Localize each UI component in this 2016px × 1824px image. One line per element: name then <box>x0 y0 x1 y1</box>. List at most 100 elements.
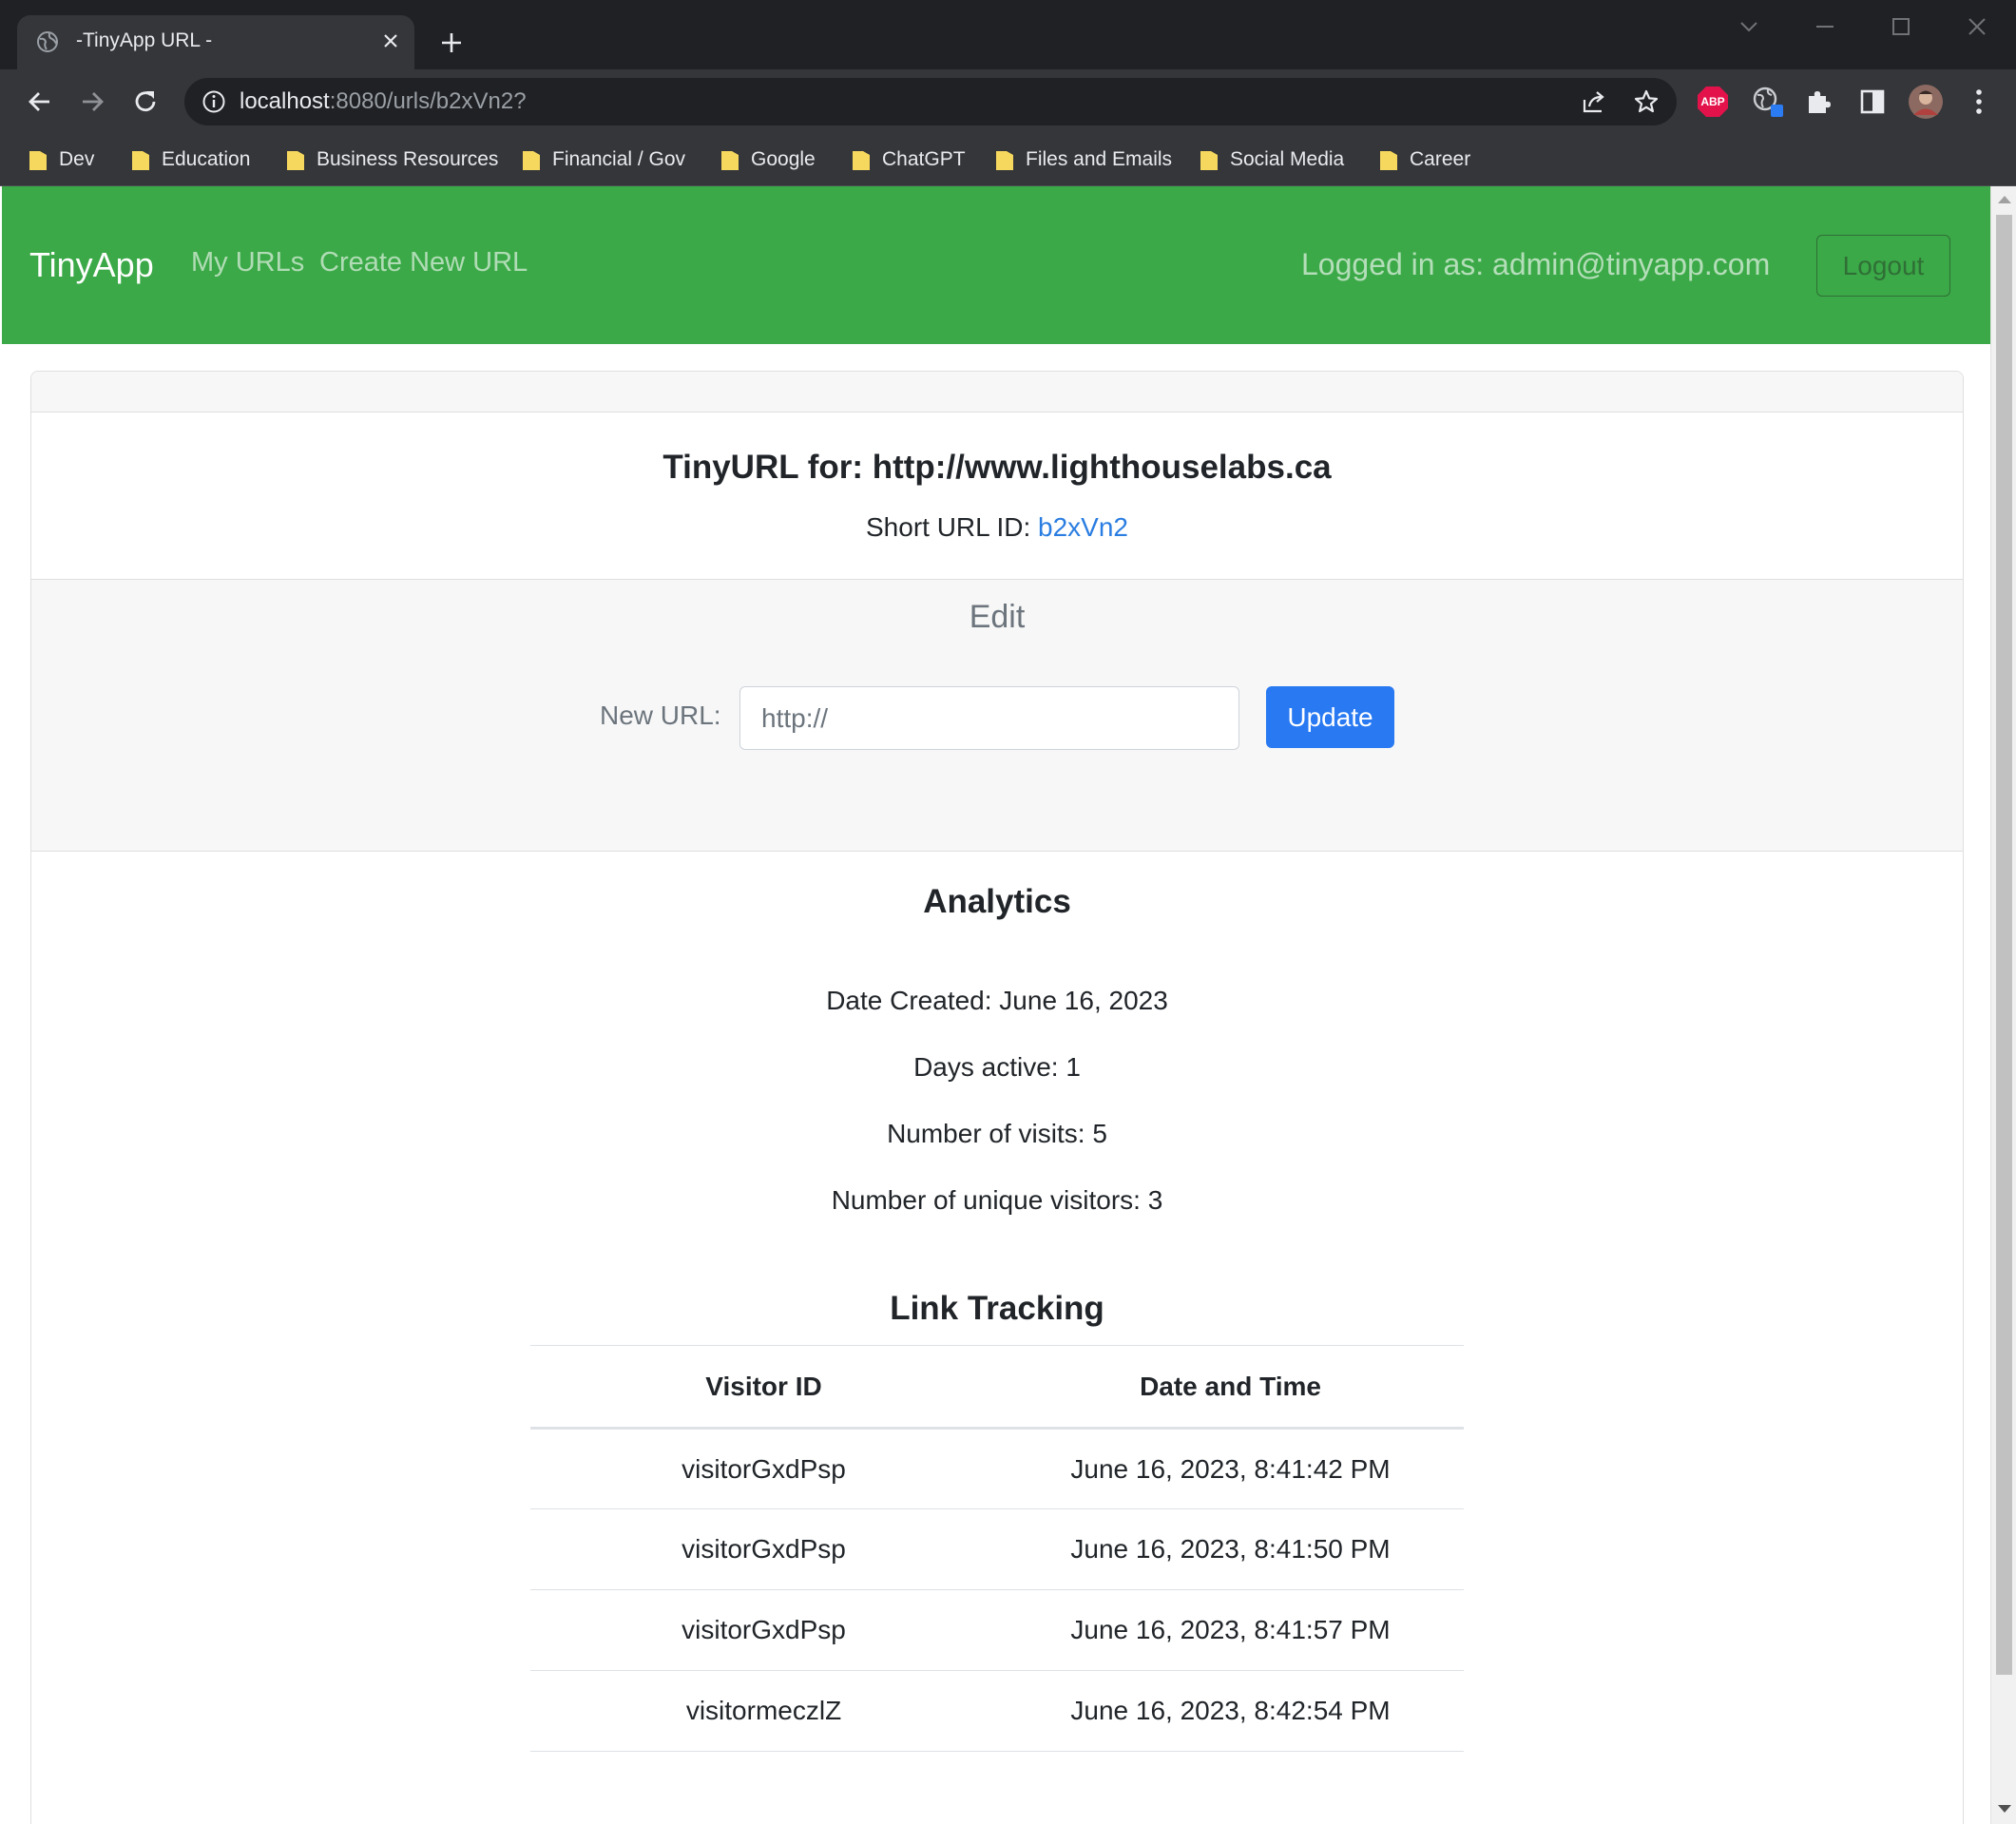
short-id-label: Short URL ID: <box>866 512 1031 542</box>
folder-icon <box>1380 151 1397 170</box>
scroll-thumb[interactable] <box>1996 215 2012 1675</box>
folder-icon <box>721 151 739 170</box>
short-url-id: Short URL ID: b2xVn2 <box>31 512 1963 543</box>
adblock-plus-icon[interactable]: ABP <box>1692 81 1734 123</box>
visitor-id-cell: visitorGxdPsp <box>530 1508 997 1590</box>
table-row: visitorGxdPsp June 16, 2023, 8:41:57 PM <box>530 1589 1464 1671</box>
plus-icon[interactable] <box>435 27 468 59</box>
nav-create-new-url[interactable]: Create New URL <box>319 247 528 278</box>
title-section: TinyURL for: http://www.lighthouselabs.c… <box>31 413 1963 579</box>
stat-number-of-visits: Number of visits: 5 <box>887 1119 1107 1148</box>
folder-icon <box>1200 151 1218 170</box>
bookmark-financial-gov[interactable]: Financial / Gov <box>522 144 685 176</box>
date-time-cell: June 16, 2023, 8:41:50 PM <box>997 1508 1464 1590</box>
bookmark-career[interactable]: Career <box>1379 144 1470 176</box>
new-url-input[interactable] <box>739 686 1239 750</box>
link-tracking-title: Link Tracking <box>890 1290 1104 1327</box>
date-time-cell: June 16, 2023, 8:41:42 PM <box>997 1428 1464 1509</box>
info-icon[interactable] <box>202 89 226 114</box>
bookmark-social-media[interactable]: Social Media <box>1200 144 1344 176</box>
page-viewport: TinyApp My URLs Create New URL Logged in… <box>2 186 1990 1824</box>
stat-unique-visitors: Number of unique visitors: 3 <box>831 1185 1163 1215</box>
short-id-link[interactable]: b2xVn2 <box>1038 512 1128 542</box>
bookmark-label: Dev <box>59 148 95 170</box>
folder-icon <box>132 151 149 170</box>
url-text: localhost:8080/urls/b2xVn2? <box>240 88 527 115</box>
kebab-menu-icon[interactable] <box>1958 81 2000 123</box>
bookmark-label: Google <box>751 148 816 170</box>
visitor-id-cell: visitorGxdPsp <box>530 1589 997 1671</box>
reload-icon[interactable] <box>125 81 166 123</box>
puzzle-icon[interactable] <box>1798 81 1840 123</box>
scroll-down-arrow-icon[interactable] <box>1998 1805 2011 1813</box>
column-date-and-time: Date and Time <box>997 1345 1464 1430</box>
bookmark-label: ChatGPT <box>882 148 966 170</box>
share-icon[interactable] <box>1580 87 1608 116</box>
minimize-icon[interactable] <box>1804 8 1846 46</box>
scroll-up-arrow-icon[interactable] <box>1998 196 2011 203</box>
url-path: :8080/urls/b2xVn2? <box>329 88 527 114</box>
card-header <box>31 372 1963 413</box>
folder-icon <box>853 151 870 170</box>
update-button[interactable]: Update <box>1266 686 1394 748</box>
side-panel-icon[interactable] <box>1852 81 1893 123</box>
forward-arrow-icon[interactable] <box>71 81 113 123</box>
table-row: visitorGxdPsp June 16, 2023, 8:41:42 PM <box>530 1428 1464 1509</box>
tab-strip: -TinyApp URL - <box>0 0 2016 69</box>
brand-link[interactable]: TinyApp <box>29 245 154 285</box>
globe-icon <box>37 31 58 52</box>
date-time-cell: June 16, 2023, 8:42:54 PM <box>997 1670 1464 1752</box>
close-icon[interactable] <box>376 27 405 55</box>
abp-label: ABP <box>1700 95 1724 108</box>
page-scrollbar[interactable] <box>1990 186 2016 1824</box>
visitor-id-cell: visitorGxdPsp <box>530 1428 997 1509</box>
url-host: localhost <box>240 88 330 114</box>
tab-search-chevron-icon[interactable] <box>1728 8 1770 46</box>
bookmark-google[interactable]: Google <box>720 144 816 176</box>
logout-button[interactable]: Logout <box>1816 235 1950 297</box>
folder-icon <box>996 151 1013 170</box>
extension-globe-icon[interactable] <box>1747 81 1789 123</box>
table-row: visitormeczlZ June 16, 2023, 8:42:54 PM <box>530 1670 1464 1752</box>
nav-my-urls[interactable]: My URLs <box>191 247 304 278</box>
visitor-id-cell: visitormeczlZ <box>530 1670 997 1752</box>
tab-title: -TinyApp URL - <box>76 29 213 51</box>
edit-section: Edit New URL: Update <box>31 579 1963 852</box>
address-bar[interactable]: localhost:8080/urls/b2xVn2? <box>184 78 1677 125</box>
stat-date-created: Date Created: June 16, 2023 <box>826 986 1168 1015</box>
table-row: visitorGxdPsp June 16, 2023, 8:41:50 PM <box>530 1508 1464 1590</box>
back-arrow-icon[interactable] <box>19 81 61 123</box>
bookmark-label: Social Media <box>1230 148 1345 170</box>
browser-toolbar: localhost:8080/urls/b2xVn2? ABP <box>0 69 2016 134</box>
bookmark-files-and-emails[interactable]: Files and Emails <box>995 144 1172 176</box>
bookmarks-bar: Dev Education Business Resources Financi… <box>0 134 2016 186</box>
browser-tab[interactable]: -TinyApp URL - <box>17 15 414 69</box>
folder-icon <box>523 151 540 170</box>
bookmark-dev[interactable]: Dev <box>29 144 94 176</box>
star-icon[interactable] <box>1632 87 1661 116</box>
bookmark-label: Financial / Gov <box>552 148 686 170</box>
stat-days-active: Days active: 1 <box>913 1052 1081 1082</box>
table-header-row: Visitor ID Date and Time <box>530 1345 1464 1430</box>
new-url-label: New URL: <box>600 701 721 730</box>
window-close-icon[interactable] <box>1956 8 1998 46</box>
avatar[interactable] <box>1905 81 1947 123</box>
bookmark-business-resources[interactable]: Business Resources <box>286 144 498 176</box>
bookmark-label: Career <box>1410 148 1471 170</box>
date-time-cell: June 16, 2023, 8:41:57 PM <box>997 1589 1464 1671</box>
url-card: TinyURL for: http://www.lighthouselabs.c… <box>30 371 1964 1824</box>
bookmark-label: Business Resources <box>317 148 499 170</box>
link-tracking-table: Visitor ID Date and Time visitorGxdPsp J… <box>530 1345 1464 1752</box>
column-visitor-id: Visitor ID <box>530 1345 997 1430</box>
analytics-title: Analytics <box>923 883 1071 920</box>
bookmark-label: Files and Emails <box>1026 148 1173 170</box>
folder-icon <box>29 151 47 170</box>
card-title: TinyURL for: http://www.lighthouselabs.c… <box>662 449 1332 486</box>
maximize-icon[interactable] <box>1880 8 1922 46</box>
bookmark-education[interactable]: Education <box>131 144 250 176</box>
bookmark-chatgpt[interactable]: ChatGPT <box>852 144 966 176</box>
folder-icon <box>287 151 304 170</box>
edit-title: Edit <box>969 599 1026 635</box>
app-navbar: TinyApp My URLs Create New URL Logged in… <box>2 186 1990 344</box>
bookmark-label: Education <box>162 148 251 170</box>
